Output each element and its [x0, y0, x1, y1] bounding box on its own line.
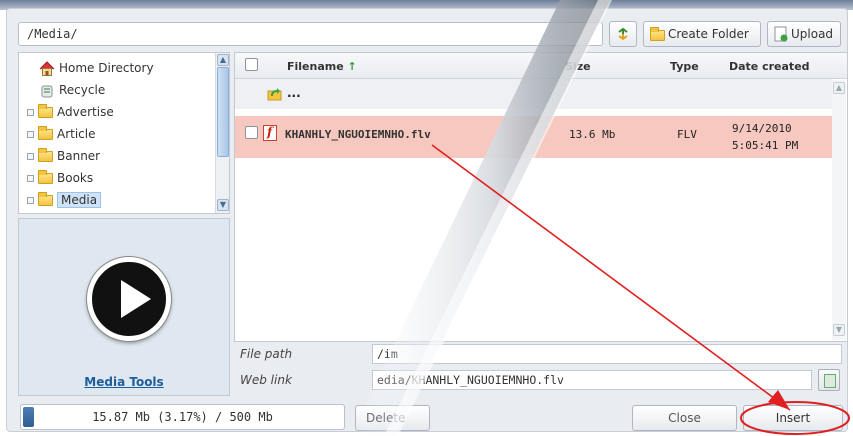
- tree-item-label: Advertise: [57, 105, 114, 119]
- expand-toggle-icon[interactable]: [27, 174, 34, 182]
- upload-label: Upload: [791, 27, 834, 41]
- tree-item-label: Banner: [57, 149, 101, 163]
- parent-folder-icon: [267, 88, 282, 101]
- tree-item-advertise[interactable]: Advertise: [19, 102, 114, 122]
- row-checkbox[interactable]: [245, 126, 258, 139]
- folder-icon: [38, 169, 53, 184]
- folder-icon: [38, 147, 53, 162]
- tree-item-label: Media: [57, 192, 102, 208]
- web-link-field[interactable]: edia/KHANHLY_NGUOIEMNHO.flv: [372, 370, 812, 390]
- web-link-label: Web link: [240, 373, 292, 387]
- expand-toggle-icon[interactable]: [27, 152, 34, 160]
- parent-folder-row[interactable]: ...: [235, 79, 832, 109]
- file-size: 13.6 Mb: [569, 128, 616, 141]
- scroll-down-icon[interactable]: ▼: [833, 324, 845, 336]
- quota-fill: [23, 407, 34, 427]
- folder-icon: [38, 103, 53, 118]
- sort-asc-icon: ↑: [347, 60, 357, 73]
- recycle-bin-icon: [41, 85, 53, 97]
- parent-folder-label: ...: [287, 86, 301, 100]
- create-folder-label: Create Folder: [668, 27, 749, 41]
- tree-item-banner[interactable]: Banner: [19, 146, 100, 166]
- media-tools-link[interactable]: Media Tools: [19, 375, 229, 389]
- delete-button[interactable]: Delete: [355, 405, 430, 431]
- scroll-up-icon[interactable]: ▲: [217, 54, 229, 66]
- tree-item-article[interactable]: Article: [19, 124, 96, 144]
- media-preview-panel: Media Tools: [18, 218, 230, 396]
- file-list-scrollbar[interactable]: ▲ ▼: [832, 80, 846, 340]
- file-time: 5:05:41 PM: [732, 139, 799, 152]
- scroll-thumb[interactable]: [217, 67, 229, 157]
- folder-icon: [38, 125, 53, 140]
- quota-text: 15.87 Mb (3.17%) / 500 Mb: [92, 410, 273, 424]
- refresh-icon: [618, 27, 628, 41]
- table-row[interactable]: KHANHLY_NGUOIEMNHO.flv 13.6 Mb FLV 9/14/…: [235, 116, 832, 158]
- column-date-created[interactable]: Date created: [729, 60, 810, 73]
- current-path-field[interactable]: /Media/: [18, 22, 603, 46]
- folder-tree: Home Directory Recycle Advertise Article…: [18, 52, 230, 214]
- column-size[interactable]: Size: [565, 60, 591, 73]
- storage-quota-bar: 15.87 Mb (3.17%) / 500 Mb: [20, 404, 345, 430]
- close-button[interactable]: Close: [632, 405, 737, 431]
- tree-item-label: Home Directory: [59, 61, 154, 75]
- play-icon[interactable]: [87, 257, 171, 341]
- tree-item-books[interactable]: Books: [19, 168, 93, 188]
- upload-button[interactable]: Upload: [767, 21, 841, 47]
- create-folder-button[interactable]: Create Folder: [643, 21, 761, 47]
- select-all-checkbox[interactable]: [245, 58, 258, 71]
- column-filename[interactable]: Filename ↑: [287, 60, 357, 73]
- tree-item-label: Article: [57, 127, 96, 141]
- flash-video-icon: [263, 125, 277, 141]
- column-type[interactable]: Type: [670, 60, 699, 73]
- home-icon: [39, 60, 55, 76]
- refresh-button[interactable]: [609, 21, 637, 47]
- file-list: Filename ↑ Size Type Date created ... KH…: [234, 52, 848, 342]
- file-path-field[interactable]: /im: [372, 344, 842, 364]
- file-list-header: Filename ↑ Size Type Date created: [235, 53, 847, 79]
- folder-open-icon: [38, 191, 53, 206]
- expand-toggle-icon[interactable]: [27, 108, 34, 116]
- copy-link-button[interactable]: [818, 369, 840, 391]
- file-path-label: File path: [240, 347, 293, 361]
- insert-button[interactable]: Insert: [743, 405, 843, 431]
- file-name: KHANHLY_NGUOIEMNHO.flv: [285, 128, 431, 141]
- file-type: FLV: [677, 128, 697, 141]
- expand-toggle-icon[interactable]: [27, 196, 34, 204]
- tree-item-media[interactable]: Media: [19, 190, 102, 210]
- tree-item-recycle[interactable]: Recycle: [19, 80, 105, 100]
- new-folder-icon: [650, 27, 665, 41]
- tree-item-label: Books: [57, 171, 94, 185]
- tree-scrollbar[interactable]: ▲ ▼: [215, 53, 229, 213]
- tree-item-label: Recycle: [59, 83, 106, 97]
- file-date: 9/14/2010: [732, 122, 792, 135]
- scroll-down-icon[interactable]: ▼: [217, 199, 229, 211]
- expand-toggle-icon[interactable]: [27, 130, 34, 138]
- tree-item-home-directory[interactable]: Home Directory: [19, 58, 154, 78]
- upload-icon: [774, 26, 788, 42]
- scroll-up-icon[interactable]: ▲: [833, 82, 845, 94]
